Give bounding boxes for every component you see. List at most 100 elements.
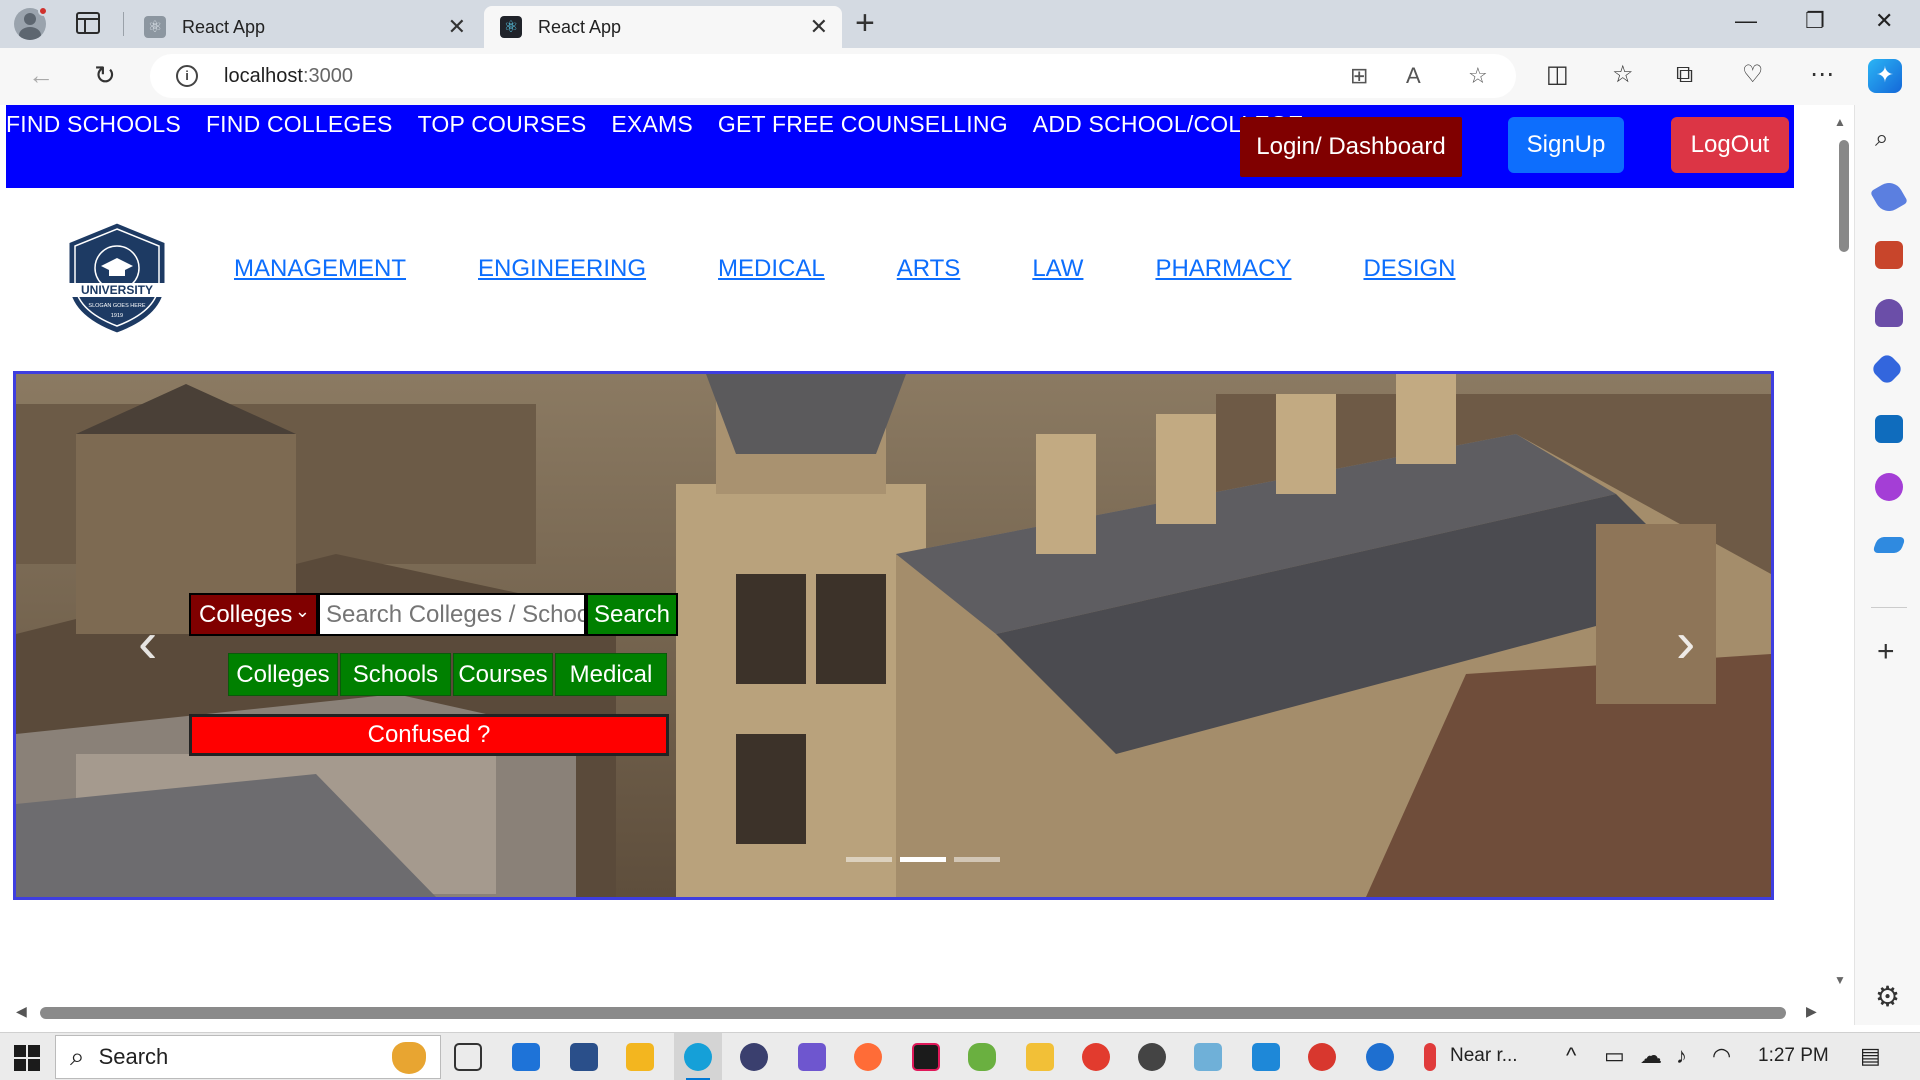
horizontal-scrollbar-thumb[interactable] [40, 1007, 1786, 1019]
quick-link-courses[interactable]: Courses [453, 653, 553, 696]
favorites-icon[interactable]: ☆ [1612, 59, 1634, 91]
search-type-select[interactable]: Colleges ⌄ [189, 593, 318, 636]
task-view-icon[interactable] [454, 1043, 482, 1071]
eclipse-icon[interactable] [740, 1043, 768, 1071]
taskbar-search[interactable]: ⌕ Search [55, 1035, 441, 1079]
nav-free-counselling[interactable]: GET FREE COUNSELLING [718, 111, 1008, 138]
help-icon[interactable] [1366, 1043, 1394, 1071]
new-tab-icon[interactable]: + [855, 4, 875, 43]
quick-link-medical[interactable]: Medical [555, 653, 667, 696]
weather-text[interactable]: Near r... [1450, 1045, 1518, 1067]
vertical-scrollbar-thumb[interactable] [1839, 140, 1849, 252]
carousel-indicators [846, 857, 1000, 862]
sidebar-games-icon[interactable] [1875, 299, 1903, 327]
sidebar-outlook-icon[interactable] [1875, 415, 1903, 443]
back-icon[interactable]: ← [28, 59, 54, 91]
restore-icon[interactable]: ❐ [1805, 8, 1825, 34]
tab-close-icon[interactable]: ✕ [448, 14, 466, 40]
window-close-icon[interactable]: ✕ [1875, 8, 1893, 34]
refresh-icon[interactable]: ↻ [94, 59, 116, 91]
tray-chevron-up-icon[interactable]: ^ [1566, 1043, 1576, 1069]
scroll-down-icon[interactable]: ▼ [1834, 973, 1846, 987]
logout-button[interactable]: LogOut [1671, 117, 1789, 173]
tab-separator [123, 12, 124, 36]
address-bar[interactable]: i localhost:3000 ⊞ A ☆ [150, 54, 1516, 98]
meet-now-icon[interactable]: ▭ [1604, 1043, 1625, 1069]
app-available-icon[interactable]: ⊞ [1350, 63, 1368, 89]
collections-icon[interactable]: ⧉ [1676, 59, 1693, 91]
scroll-up-icon[interactable]: ▲ [1834, 115, 1846, 129]
weather-thermometer-icon[interactable] [1424, 1043, 1436, 1071]
carousel-prev-icon[interactable]: ‹ [138, 609, 157, 676]
nav-exams[interactable]: EXAMS [611, 111, 693, 138]
clock-time[interactable]: 1:27 PM [1758, 1045, 1829, 1067]
mail-icon[interactable] [512, 1043, 540, 1071]
signup-button[interactable]: SignUp [1508, 117, 1624, 173]
postman-icon[interactable] [854, 1043, 882, 1071]
split-screen-icon[interactable]: ◫ [1546, 59, 1569, 91]
scroll-right-icon[interactable]: ▶ [1806, 1003, 1817, 1020]
visual-studio-icon[interactable] [798, 1043, 826, 1071]
vscode-icon[interactable] [1252, 1043, 1280, 1071]
nav-find-colleges[interactable]: FIND COLLEGES [206, 111, 393, 138]
tab-close-icon[interactable]: ✕ [810, 14, 828, 40]
login-dashboard-button[interactable]: Login/ Dashboard [1240, 117, 1462, 177]
more-menu-icon[interactable]: ⋯ [1810, 59, 1834, 91]
category-medical[interactable]: MEDICAL [718, 255, 825, 283]
browser-tab-2[interactable]: ⚛ React App ✕ [484, 6, 842, 48]
chrome-profile-icon[interactable] [1308, 1043, 1336, 1071]
category-management[interactable]: MANAGEMENT [234, 255, 406, 283]
address-url[interactable]: localhost:3000 [224, 65, 353, 88]
sidebar-add-icon[interactable]: + [1877, 635, 1895, 669]
category-pharmacy[interactable]: PHARMACY [1155, 255, 1291, 283]
sidebar-designer-icon[interactable] [1875, 473, 1903, 501]
sidebar-tools-icon[interactable] [1875, 241, 1903, 269]
sidebar-search-icon[interactable]: ⌕ [1875, 125, 1903, 153]
tab-actions-icon[interactable] [76, 12, 100, 34]
university-logo[interactable]: UNIVERSITY SLOGAN GOES HERE 1919 [64, 220, 170, 336]
sidebar-send-icon[interactable] [1872, 537, 1906, 553]
store-icon[interactable] [626, 1043, 654, 1071]
notifications-icon[interactable]: ▤ [1860, 1043, 1881, 1069]
react-favicon-icon: ⚛ [500, 16, 522, 38]
windows-start-icon[interactable] [14, 1045, 40, 1071]
scroll-left-icon[interactable]: ◀ [16, 1003, 27, 1020]
sidebar-shopping-icon[interactable] [1869, 177, 1909, 217]
carousel-next-icon[interactable]: › [1676, 609, 1695, 676]
read-aloud-icon[interactable]: A [1406, 63, 1421, 89]
quick-link-schools[interactable]: Schools [340, 653, 451, 696]
spring-tool-icon[interactable] [968, 1043, 996, 1071]
browser-tab-1[interactable]: ⚛ React App ✕ [128, 6, 480, 48]
onedrive-cloud-icon[interactable]: ☁ [1640, 1043, 1662, 1069]
site-info-icon[interactable]: i [176, 65, 198, 87]
quick-link-colleges[interactable]: Colleges [228, 653, 338, 696]
nav-top-courses[interactable]: TOP COURSES [418, 111, 587, 138]
chrome-icon[interactable] [1082, 1043, 1110, 1071]
volume-icon[interactable]: ♪ [1676, 1043, 1687, 1069]
carousel-indicator-2[interactable] [900, 857, 946, 862]
copilot-icon[interactable]: ✦ [1868, 59, 1902, 93]
intellij-icon[interactable] [912, 1043, 940, 1071]
minimize-icon[interactable]: — [1735, 8, 1757, 34]
search-button[interactable]: Search [586, 593, 678, 636]
wifi-icon[interactable]: ◠ [1712, 1043, 1731, 1069]
snipping-tool-icon[interactable] [570, 1043, 598, 1071]
browser-essentials-icon[interactable]: ♡ [1742, 59, 1764, 91]
category-design[interactable]: DESIGN [1363, 255, 1455, 283]
notepad-icon[interactable] [1194, 1043, 1222, 1071]
category-arts[interactable]: ARTS [897, 255, 961, 283]
horizontal-scrollbar[interactable]: ◀ ▶ [0, 1000, 1854, 1025]
sidebar-m365-icon[interactable] [1870, 352, 1904, 386]
settings-app-icon[interactable] [1138, 1043, 1166, 1071]
favorite-star-icon[interactable]: ☆ [1468, 63, 1488, 89]
search-input[interactable]: Search Colleges / Schools [318, 593, 586, 636]
confused-button[interactable]: Confused ? [189, 714, 669, 756]
category-engineering[interactable]: ENGINEERING [478, 255, 646, 283]
sidebar-settings-icon[interactable]: ⚙ [1875, 980, 1900, 1013]
edge-icon[interactable] [684, 1043, 712, 1071]
nav-find-schools[interactable]: FIND SCHOOLS [6, 111, 181, 138]
carousel-indicator-1[interactable] [846, 857, 892, 862]
carousel-indicator-3[interactable] [954, 857, 1000, 862]
category-law[interactable]: LAW [1032, 255, 1083, 283]
file-explorer-icon[interactable] [1026, 1043, 1054, 1071]
